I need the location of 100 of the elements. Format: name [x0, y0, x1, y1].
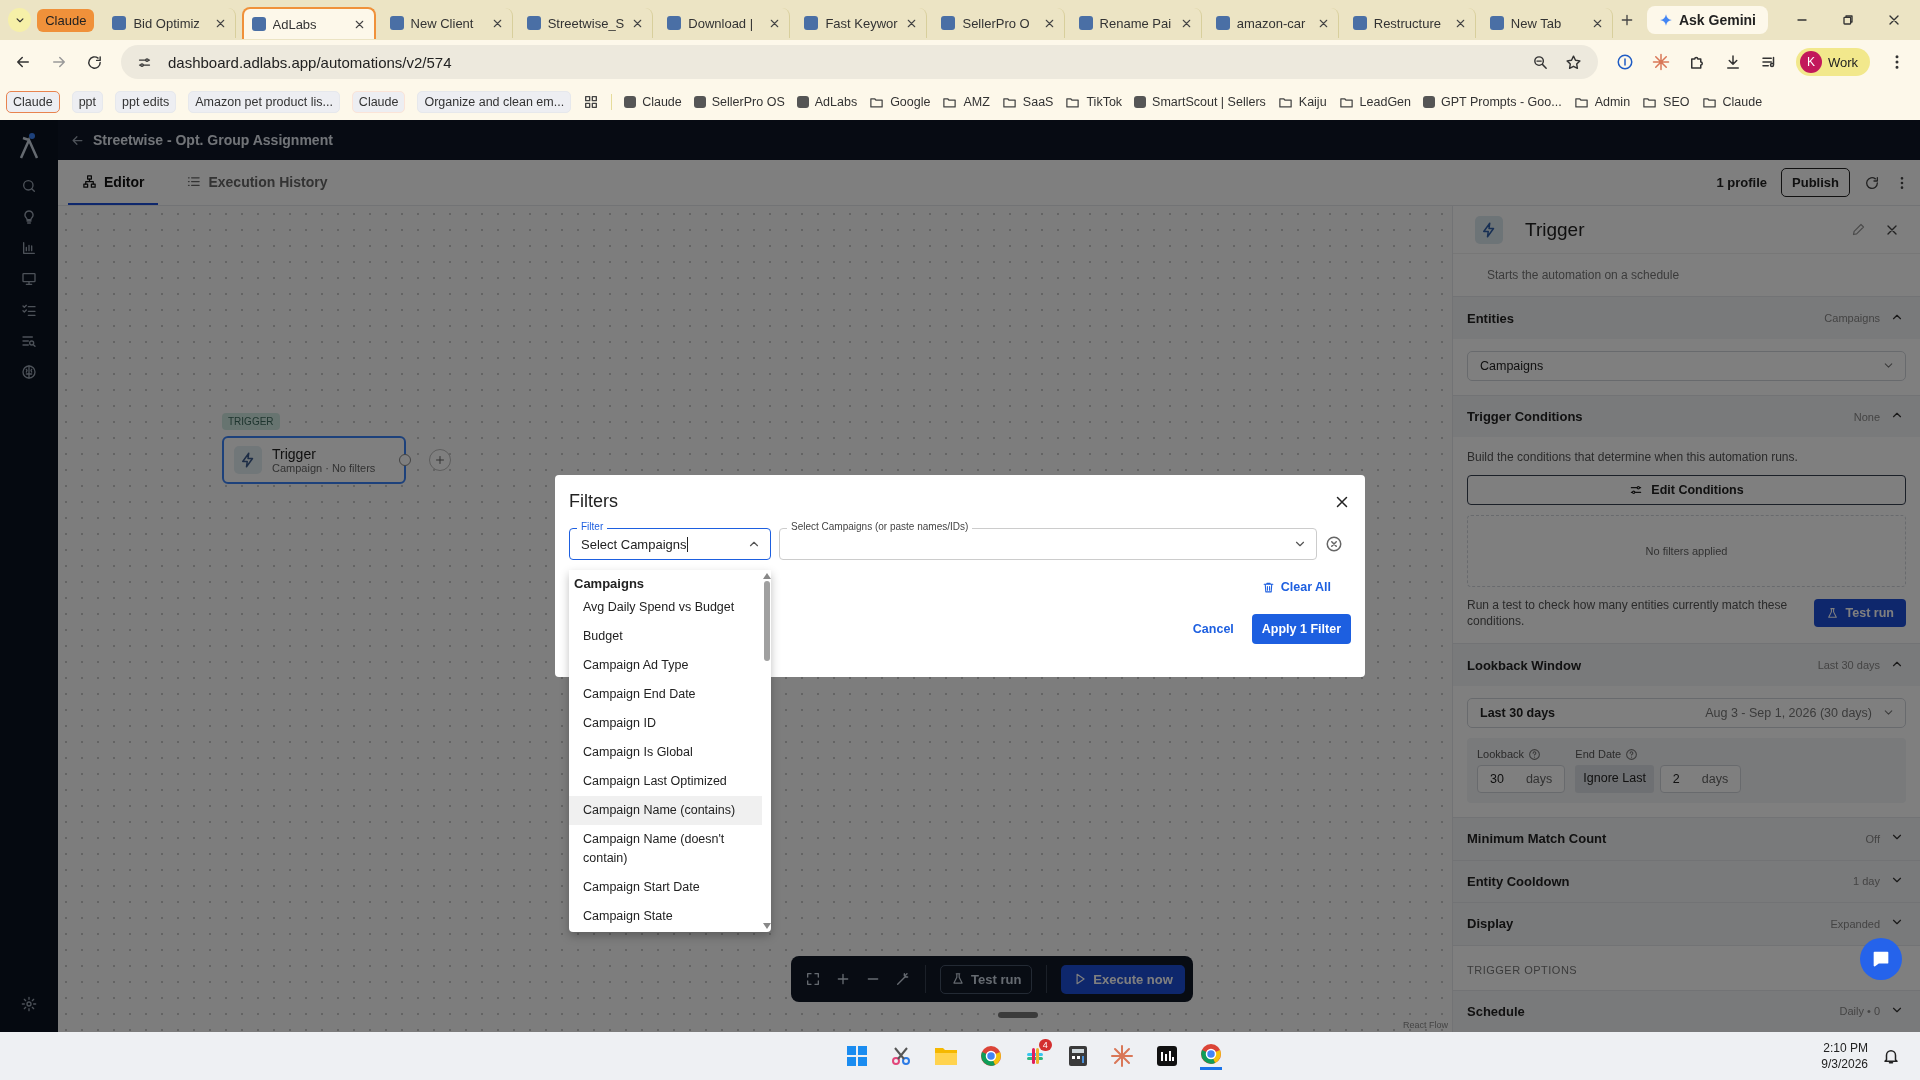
trash-icon [1261, 580, 1275, 594]
browser-tab[interactable]: Rename Pai [1070, 8, 1202, 38]
test-run-button[interactable]: Test run [940, 964, 1033, 994]
node-tag: TRIGGER [222, 413, 280, 430]
filter-option[interactable]: Campaign End Date [569, 680, 762, 709]
bookmark[interactable]: Claude [624, 95, 682, 109]
sunburst-icon[interactable] [1109, 1044, 1134, 1068]
filter-option[interactable]: Campaign Name (contains) [569, 796, 762, 825]
fit-view-icon[interactable] [805, 971, 821, 987]
windows-icon[interactable] [845, 1045, 868, 1067]
zoom-icon[interactable] [1531, 53, 1549, 71]
sunburst-icon[interactable] [1651, 53, 1670, 71]
ignore-last-toggle[interactable]: Ignore Last [1575, 765, 1654, 793]
campaign-select-field[interactable]: Select Campaigns (or paste names/IDs) [779, 520, 1317, 560]
filter-option[interactable]: Campaign ID [569, 709, 762, 738]
browser-tab[interactable]: New Tab [1481, 8, 1613, 38]
bookmark-group[interactable]: ppt [71, 91, 103, 113]
address-bar[interactable]: dashboard.adlabs.app/automations/v2/574 [121, 45, 1598, 79]
filter-option[interactable]: Campaign Is Global [569, 738, 762, 767]
trigger-node[interactable]: Trigger Campaign · No filters [222, 436, 406, 484]
browser-tab[interactable]: SellerPro O [933, 8, 1065, 38]
filter-option[interactable]: Campaign Name (doesn't contain) [569, 825, 762, 873]
publish-button[interactable]: Publish [1781, 168, 1850, 197]
reload-icon[interactable] [86, 53, 103, 71]
site-icon [1489, 16, 1504, 30]
bookmark[interactable]: AdLabs [796, 95, 858, 109]
browser-tab[interactable]: Restructure [1344, 8, 1476, 38]
bookmark-folder[interactable]: LeadGen [1338, 94, 1412, 110]
filter-option[interactable]: Campaign Last Optimized [569, 767, 762, 796]
password-icon[interactable] [1615, 53, 1634, 71]
browser-icon[interactable] [1199, 1042, 1222, 1065]
browser-tab[interactable]: AdLabs [241, 7, 376, 39]
flow-icon [82, 174, 97, 189]
resize-handle[interactable] [998, 1012, 1038, 1018]
wand-icon[interactable] [895, 971, 911, 987]
bookmark-folder[interactable]: Admin [1573, 94, 1631, 110]
browser-icon[interactable] [979, 1045, 1002, 1067]
zoom-in-icon[interactable] [835, 971, 851, 987]
apps-grid-icon[interactable] [583, 94, 600, 110]
filter-field[interactable]: Filter Select Campaigns [569, 520, 771, 560]
help-icon [1625, 748, 1639, 761]
bookmark-folder[interactable]: Kaiju [1277, 94, 1327, 110]
bookmark[interactable]: SmartScout | Sellers [1134, 95, 1266, 109]
bookmark[interactable]: SellerPro OS [693, 95, 785, 109]
browser-tab[interactable]: New Client [381, 8, 513, 38]
site-icon [389, 16, 404, 30]
filter-option[interactable]: Budget [569, 622, 762, 651]
flask-icon [1825, 606, 1839, 620]
filter-option[interactable]: Campaign State [569, 902, 762, 931]
history-icon[interactable] [1864, 174, 1880, 191]
settings-icon[interactable] [21, 996, 37, 1012]
browser-tab[interactable]: Download | [659, 8, 791, 38]
bookmark-group[interactable]: Claude [6, 91, 60, 113]
monitor-icon[interactable] [21, 271, 37, 287]
notification-icon[interactable] [1882, 1047, 1900, 1065]
cancel-button[interactable]: Cancel [1192, 622, 1234, 636]
bookmark-group[interactable]: Organize and clean em... [417, 91, 572, 113]
help-icon [1528, 748, 1542, 761]
app-icon[interactable] [1155, 1045, 1178, 1067]
bookmark-folder[interactable]: SEO [1642, 94, 1690, 110]
edit-conditions-button[interactable]: Edit Conditions [1467, 475, 1906, 506]
bookmark-star-icon[interactable] [1564, 53, 1582, 71]
site-icon [1078, 16, 1093, 30]
remove-icon[interactable] [1325, 535, 1343, 553]
browser-tab[interactable]: Bid Optimiz [104, 8, 236, 38]
tab-group-label[interactable]: Claude [37, 8, 95, 32]
bookmark-folder[interactable]: AMZ [942, 94, 990, 110]
chat-button[interactable] [1860, 938, 1902, 980]
browser-tab[interactable]: amazon-car [1207, 8, 1339, 38]
browser-tab[interactable]: Streetwise_S [518, 8, 654, 38]
lookback-field[interactable]: 30 days [1477, 765, 1566, 793]
apply-button[interactable]: Apply 1 Filter [1251, 614, 1351, 644]
bar-chart-icon[interactable] [21, 240, 37, 256]
bookmark[interactable]: GPT Prompts - Goo... [1423, 95, 1562, 109]
profile-button[interactable]: K Work [1795, 48, 1870, 76]
date-range-select[interactable]: Last 30 days Aug 3 - Sep 1, 2026 (30 days) [1467, 698, 1906, 728]
filter-option[interactable]: Avg Daily Spend vs Budget [569, 593, 762, 622]
bookmark-folder[interactable]: TikTok [1065, 94, 1123, 110]
bookmark-group[interactable]: ppt edits [115, 91, 177, 113]
calculator-icon[interactable] [1067, 1045, 1088, 1067]
bookmark-folder[interactable]: SaaS [1001, 94, 1054, 110]
entity-select[interactable]: Campaigns [1467, 350, 1906, 381]
scissors-icon[interactable] [889, 1045, 912, 1067]
clock[interactable]: 2:10 PM 9/3/2026 [1821, 1041, 1868, 1071]
logo-icon[interactable] [18, 132, 40, 160]
checklist-icon[interactable] [21, 302, 37, 318]
dialog-title: Filters [569, 491, 618, 512]
clear-all-button[interactable]: Clear All [1261, 580, 1331, 594]
browser-tab[interactable]: Fast Keywor [796, 8, 928, 38]
add-node-button[interactable] [429, 449, 451, 471]
bookmark-group[interactable]: Amazon pet product lis... [188, 91, 340, 113]
ask-gemini-button[interactable]: Ask Gemini [1646, 6, 1768, 34]
bookmark-folder[interactable]: Google [869, 94, 931, 110]
lightbulb-icon[interactable] [21, 209, 37, 225]
bookmark-group[interactable]: Claude [351, 91, 406, 113]
site-icon [526, 16, 541, 30]
end-days-field[interactable]: 2 days [1659, 765, 1742, 793]
filter-option[interactable]: Campaign Ad Type [569, 651, 762, 680]
bookmark-folder[interactable]: Claude [1701, 94, 1763, 110]
filter-option[interactable]: Campaign Start Date [569, 873, 762, 902]
